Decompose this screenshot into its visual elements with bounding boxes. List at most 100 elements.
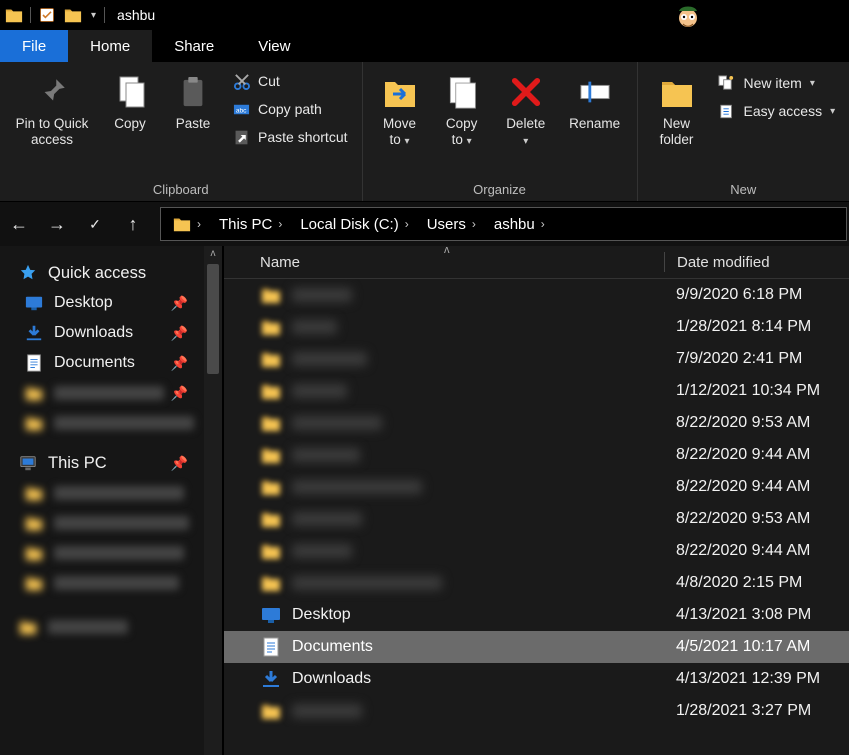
scroll-thumb[interactable] [207,264,219,374]
sidebar-quick-access[interactable]: Quick access [0,258,204,288]
pin-icon: 📌 [171,355,188,372]
easy-access-label: Easy access [744,103,823,119]
sidebar-item-blurred[interactable]: x [0,568,204,598]
qat-dropdown-icon[interactable]: ▾ [89,10,98,21]
breadcrumb-this-pc[interactable]: This PC› [211,208,290,240]
paste-shortcut-icon [232,128,250,146]
documents-icon [260,636,282,658]
copy-to-label: Copy to ▾ [446,116,478,147]
new-caption: New [638,177,849,201]
folder-icon [260,540,282,562]
file-name [292,704,362,718]
breadcrumb-local-disk[interactable]: Local Disk (C:)› [292,208,416,240]
paste-shortcut-button[interactable]: Paste shortcut [226,126,354,148]
file-row[interactable]: 1/12/2021 10:34 PM [224,375,849,407]
file-name: Downloads [292,670,371,688]
copy-path-icon [232,100,250,118]
sort-indicator-icon: ʌ [444,244,450,256]
copy-to-button[interactable]: Copy to ▾ [433,68,491,147]
move-to-button[interactable]: Move to ▾ [371,68,429,147]
address-folder-icon[interactable]: › [165,208,209,240]
sidebar-item-blurred[interactable]: xxxxxxxx [0,408,204,438]
delete-button[interactable]: Delete▾ [495,68,557,147]
file-date: 1/28/2021 3:27 PM [664,702,811,720]
up-button[interactable]: ↑ [116,207,150,241]
easy-access-button[interactable]: Easy access ▾ [712,100,842,122]
new-folder-button[interactable]: New folder [646,68,708,147]
delete-icon [506,72,546,112]
sidebar-documents[interactable]: Documents 📌 [0,348,204,378]
file-row[interactable]: 4/8/2020 2:15 PM [224,567,849,599]
copy-button[interactable]: Copy [100,68,160,132]
sidebar-scrollbar[interactable]: ʌ [204,246,222,755]
sidebar-item-blurred[interactable]: x [0,508,204,538]
tab-share[interactable]: Share [152,30,236,62]
file-date: 8/22/2020 9:44 AM [664,478,810,496]
file-row[interactable]: 1/28/2021 3:27 PM [224,695,849,727]
sidebar-item-blurred[interactable]: x [0,478,204,508]
paste-label: Paste [176,116,211,132]
sidebar-desktop-label: Desktop [54,294,113,312]
download-icon [24,323,44,343]
paste-button[interactable]: Paste [164,68,222,132]
pin-quick-access-button[interactable]: Pin to Quick access [8,68,96,147]
file-row[interactable]: 8/22/2020 9:53 AM [224,503,849,535]
paste-icon [173,72,213,112]
file-row[interactable]: Downloads4/13/2021 12:39 PM [224,663,849,695]
forward-button[interactable]: → [40,207,74,241]
file-date: 1/28/2021 8:14 PM [664,318,811,336]
file-row[interactable]: 8/22/2020 9:44 AM [224,471,849,503]
sidebar-item-blurred[interactable]: x [0,612,204,642]
qat-folder-icon[interactable] [4,5,24,25]
file-row[interactable]: 9/9/2020 6:18 PM [224,279,849,311]
file-row[interactable]: Documents4/5/2021 10:17 AM [224,631,849,663]
column-name[interactable]: Name [224,254,664,271]
sidebar-downloads[interactable]: Downloads 📌 [0,318,204,348]
sidebar-this-pc[interactable]: This PC 📌 [0,448,204,478]
pin-label: Pin to Quick access [16,116,89,147]
cut-label: Cut [258,73,280,89]
file-row[interactable]: 8/22/2020 9:44 AM [224,439,849,471]
document-icon [24,353,44,373]
sidebar-item-blurred[interactable]: x [0,538,204,568]
sidebar-desktop[interactable]: Desktop 📌 [0,288,204,318]
breadcrumb-ashbu[interactable]: ashbu› [486,208,553,240]
file-row[interactable]: 7/9/2020 2:41 PM [224,343,849,375]
copy-icon [110,72,150,112]
tab-view[interactable]: View [236,30,312,62]
file-date: 9/9/2020 6:18 PM [664,286,802,304]
recent-locations-button[interactable]: ✓ [78,207,112,241]
file-row[interactable]: 8/22/2020 9:53 AM [224,407,849,439]
qat-open-folder-icon[interactable] [63,5,83,25]
copy-path-button[interactable]: Copy path [226,98,354,120]
pin-icon [32,72,72,112]
new-item-button[interactable]: New item ▾ [712,72,842,94]
qat-properties-icon[interactable] [37,5,57,25]
column-date-modified[interactable]: Date modified [665,254,782,271]
chevron-down-icon: ▾ [810,78,815,89]
file-row[interactable]: 1/28/2021 8:14 PM [224,311,849,343]
breadcrumb-users[interactable]: Users› [419,208,484,240]
tab-home[interactable]: Home [68,30,152,62]
copy-to-icon [442,72,482,112]
scroll-up-icon[interactable]: ʌ [204,248,222,259]
address-bar[interactable]: › This PC› Local Disk (C:)› Users› ashbu… [160,207,847,241]
column-headers: ʌ Name Date modified [224,246,849,279]
back-button[interactable]: ← [2,207,36,241]
rename-button[interactable]: Rename [561,68,629,132]
sidebar-documents-label: Documents [54,354,135,372]
new-item-label: New item [744,75,802,91]
file-row[interactable]: 8/22/2020 9:44 AM [224,535,849,567]
file-row[interactable]: Desktop4/13/2021 3:08 PM [224,599,849,631]
file-date: 4/5/2021 10:17 AM [664,638,810,656]
cut-icon [232,72,250,90]
cut-button[interactable]: Cut [226,70,354,92]
file-name [292,320,337,334]
star-icon [18,263,38,283]
qat-separator [30,7,31,23]
nav-sidebar: Quick access Desktop 📌 Downloads 📌 Docum… [0,246,204,755]
move-to-icon [380,72,420,112]
tab-file[interactable]: File [0,30,68,62]
sidebar-item-blurred[interactable]: xxxxxxxx📌 [0,378,204,408]
sidebar-this-pc-label: This PC [48,454,107,473]
